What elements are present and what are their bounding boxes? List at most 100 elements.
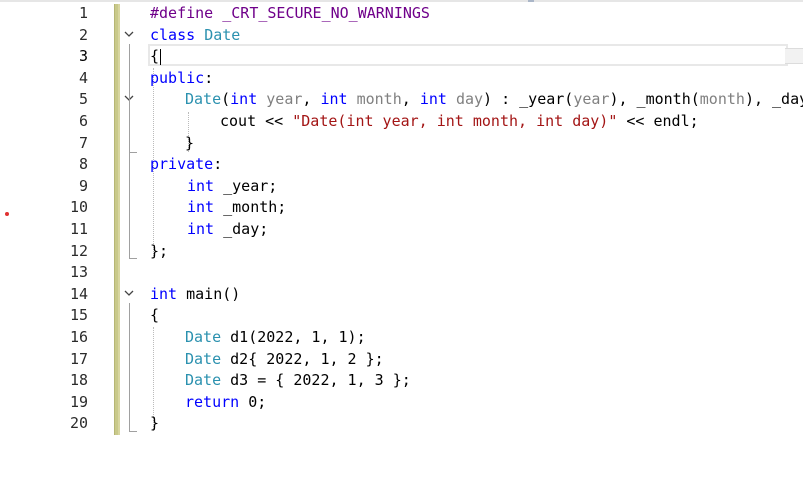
code-line-4[interactable]: public:: [150, 68, 213, 90]
line-number: 13: [69, 263, 88, 282]
code-line-17[interactable]: Date d2{ 2022, 1, 2 };: [185, 349, 384, 371]
line-number: 15: [69, 306, 88, 325]
token-type: Date: [185, 349, 222, 368]
line-number: 14: [69, 284, 88, 303]
token-punct: :: [213, 155, 223, 174]
change-indicator-bar-inner: [118, 4, 120, 435]
code-line-16[interactable]: Date d1(2022, 1, 1);: [185, 327, 366, 349]
line-number: 12: [69, 241, 88, 260]
editor-top-rule: [0, 0, 803, 2]
breakpoint-marker: [5, 212, 9, 216]
token-brace: }: [150, 414, 160, 433]
code-line-5[interactable]: Date(int year, int month, int day) : _ye…: [185, 89, 803, 111]
line-number: 7: [78, 133, 88, 152]
fold-scope-line-constructor: [129, 109, 130, 152]
token-keyword: int: [230, 90, 258, 109]
chevron-down-icon: [124, 31, 134, 37]
token-punct: ) : _year(: [483, 90, 574, 109]
line-number: 18: [69, 371, 88, 390]
token-brace: {: [150, 306, 160, 325]
token-keyword: public: [150, 68, 205, 87]
token-keyword: private: [150, 155, 214, 174]
code-line-20[interactable]: }: [150, 413, 159, 435]
code-line-18[interactable]: Date d3 = { 2022, 1, 3 };: [185, 370, 411, 392]
scroll-marker: [528, 0, 534, 2]
token-type: Date: [185, 328, 222, 346]
token-punct: ,: [401, 90, 420, 109]
token-punct: ,: [302, 90, 321, 109]
token-code: _day;: [214, 220, 269, 238]
token-keyword: int: [187, 176, 215, 195]
token-code: cout <<: [220, 112, 293, 130]
fold-scope-line-main: [129, 303, 130, 431]
code-line-1[interactable]: #define _CRT_SECURE_NO_WARNINGS: [150, 3, 430, 25]
token-brace: }: [185, 133, 195, 152]
token-punct: (: [221, 90, 231, 109]
token-type: Date: [185, 90, 222, 109]
line-number-current: 3: [78, 47, 88, 66]
token-code: _month;: [214, 198, 287, 217]
token-keyword: int: [187, 198, 215, 217]
line-number: 19: [69, 392, 88, 411]
fold-scope-end-class: [129, 258, 137, 259]
token-type: Date: [185, 371, 222, 390]
code-line-12[interactable]: };: [150, 241, 168, 263]
line-number: 1: [78, 4, 88, 22]
line-number: 20: [69, 414, 88, 433]
code-line-2[interactable]: class Date: [150, 25, 240, 47]
right-edge-scroll-thumb[interactable]: [785, 48, 803, 64]
token-param: month: [699, 90, 745, 109]
line-number: 16: [69, 328, 88, 346]
fold-scope-end-constructor: [129, 152, 137, 153]
token-param: year: [266, 90, 303, 109]
line-number: 9: [78, 176, 88, 195]
line-number: 11: [69, 220, 88, 238]
current-line-highlight: [148, 44, 788, 66]
token-punct: :: [204, 68, 214, 87]
code-line-7[interactable]: }: [185, 133, 194, 155]
line-number: 2: [78, 25, 88, 44]
line-number: 8: [78, 155, 88, 174]
token-keyword: int: [419, 90, 447, 109]
token-string: "Date(int year, int month, int day)": [292, 112, 618, 130]
code-line-6[interactable]: cout << "Date(int year, int month, int d…: [220, 111, 699, 133]
token-keyword: int: [150, 284, 178, 303]
code-line-14[interactable]: int main(): [150, 284, 240, 306]
code-line-10[interactable]: int _month;: [187, 197, 286, 219]
code-line-15[interactable]: {: [150, 305, 159, 327]
token-param: month: [356, 90, 402, 109]
code-line-11[interactable]: int _day;: [187, 219, 268, 241]
token-code: main(): [177, 284, 241, 303]
token-keyword: int: [187, 220, 215, 238]
line-number: 4: [78, 68, 88, 87]
code-editor[interactable]: 1 2 3 4 5 6 7 8 9 10 11 12 13 14 15 16 1…: [0, 0, 803, 498]
line-number: 10: [69, 198, 88, 217]
token-code: << endl;: [617, 112, 699, 130]
token-param: day: [455, 90, 484, 109]
code-line-3[interactable]: {: [150, 46, 162, 68]
token-code: d2{ 2022, 1, 2 };: [221, 349, 384, 368]
token-punct: ), _month(: [609, 90, 700, 109]
fold-scope-end-main: [129, 431, 137, 432]
line-number: 6: [78, 112, 88, 130]
code-line-19[interactable]: return 0;: [185, 392, 266, 414]
token-code: };: [150, 241, 169, 260]
code-line-8[interactable]: private:: [150, 154, 222, 176]
line-number: 5: [78, 90, 88, 109]
token-type: Date: [204, 25, 241, 44]
token-param: year: [573, 90, 610, 109]
chevron-down-icon: [124, 290, 134, 296]
token-keyword: int: [320, 90, 348, 109]
code-line-9[interactable]: int _year;: [187, 176, 277, 198]
token-preprocessor: #define: [150, 4, 214, 22]
fold-toggle-class[interactable]: [122, 25, 136, 47]
token-keyword: class: [150, 25, 196, 44]
token-code: d1(2022, 1, 1);: [221, 328, 366, 346]
token-macro: _CRT_SECURE_NO_WARNINGS: [222, 4, 430, 22]
line-number: 17: [69, 349, 88, 368]
